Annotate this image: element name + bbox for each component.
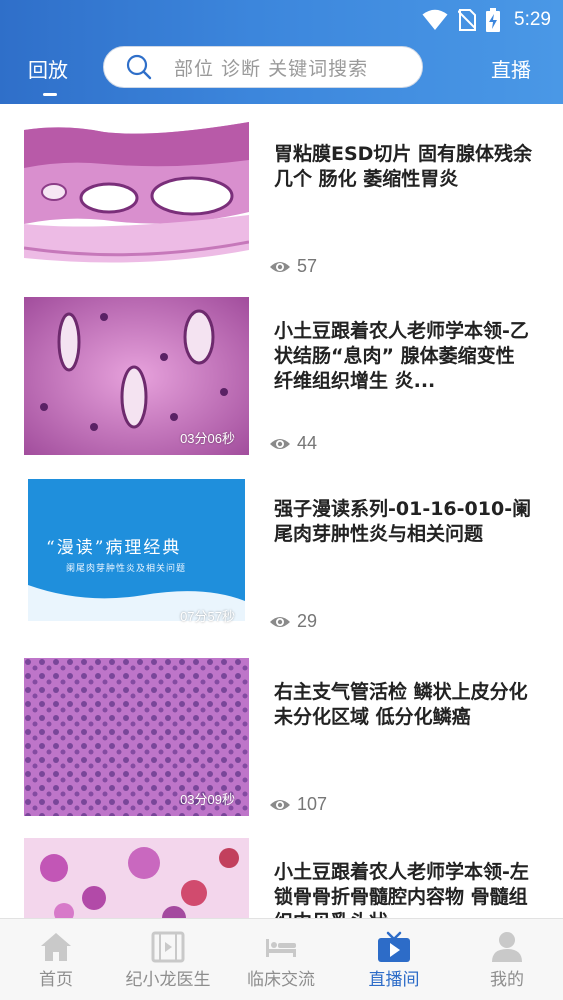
video-title[interactable]: 小土豆跟着农人老师学本领-乙状结肠“息肉” 腺体萎缩变性 纤维组织增生 炎... bbox=[274, 319, 534, 394]
nav-label: 临床交流 bbox=[247, 970, 315, 990]
header: 回放 部位 诊断 关键词搜索 直播 bbox=[0, 40, 563, 104]
status-time: 5:29 bbox=[514, 9, 551, 30]
nav-item-home[interactable]: 首页 bbox=[0, 919, 112, 1000]
eye-icon bbox=[270, 261, 290, 272]
nav-item-clinical[interactable]: 临床交流 bbox=[225, 919, 337, 1000]
tab-live[interactable]: 直播 bbox=[491, 54, 531, 83]
nav-item-doctor[interactable]: 纪小龙医生 bbox=[112, 919, 224, 1000]
nav-label: 首页 bbox=[39, 970, 73, 990]
video-thumbnail[interactable]: 03分06秒 bbox=[24, 297, 249, 455]
video-thumbnail[interactable] bbox=[24, 120, 249, 278]
tv-play-icon bbox=[378, 931, 410, 962]
search-placeholder: 部位 诊断 关键词搜索 bbox=[174, 57, 369, 80]
search-input[interactable]: 部位 诊断 关键词搜索 bbox=[103, 46, 423, 88]
battery-charging-icon bbox=[486, 8, 501, 32]
video-thumbnail[interactable]: 03分09秒 bbox=[24, 658, 249, 816]
video-item[interactable]: “漫读”病理经典 阑尾肉芽肿性炎及相关问题 07分57秒 强子漫读系列-01-1… bbox=[0, 475, 563, 645]
bed-icon bbox=[266, 939, 296, 957]
video-title[interactable]: 右主支气管活检 鳞状上皮分化 未分化区域 低分化鳞癌 bbox=[274, 680, 534, 730]
view-count-value: 29 bbox=[297, 611, 318, 631]
video-title[interactable]: 强子漫读系列-01-16-010-阑尾肉芽肿性炎与相关问题 bbox=[274, 497, 534, 547]
top-bar: 5:29 回放 部位 诊断 关键词搜索 直播 bbox=[0, 0, 563, 104]
eye-icon bbox=[270, 438, 290, 449]
video-item[interactable]: 胃粘膜ESD切片 固有腺体残余几个 肠化 萎缩性胃炎 57 bbox=[0, 120, 563, 290]
nav-label: 纪小龙医生 bbox=[125, 970, 211, 990]
eye-icon bbox=[270, 799, 290, 810]
eye-icon bbox=[270, 616, 290, 627]
video-duration: 07分57秒 bbox=[180, 609, 235, 624]
view-count-value: 44 bbox=[297, 433, 318, 453]
video-title[interactable]: 胃粘膜ESD切片 固有腺体残余几个 肠化 萎缩性胃炎 bbox=[274, 142, 534, 192]
search-icon bbox=[126, 54, 152, 80]
video-list: 胃粘膜ESD切片 固有腺体残余几个 肠化 萎缩性胃炎 57 03分06秒 小土豆… bbox=[0, 104, 563, 918]
thumbnail-heading: “漫读”病理经典 bbox=[46, 538, 182, 558]
thumbnail-subheading: 阑尾肉芽肿性炎及相关问题 bbox=[66, 564, 187, 574]
view-count: 29 bbox=[269, 611, 317, 632]
no-sim-icon bbox=[458, 9, 477, 31]
bottom-nav: 首页 纪小龙医生 临床交流 直播间 我的 bbox=[0, 918, 563, 1000]
nav-label: 直播间 bbox=[368, 970, 420, 990]
wifi-icon bbox=[422, 9, 448, 30]
person-icon bbox=[492, 932, 522, 962]
view-count-value: 57 bbox=[297, 256, 318, 276]
video-thumbnail[interactable]: “漫读”病理经典 阑尾肉芽肿性炎及相关问题 07分57秒 bbox=[24, 475, 249, 633]
home-icon bbox=[41, 933, 71, 961]
status-bar: 5:29 bbox=[0, 0, 563, 40]
view-count: 107 bbox=[269, 794, 327, 815]
view-count-value: 107 bbox=[297, 794, 328, 814]
video-item[interactable]: 03分06秒 小土豆跟着农人老师学本领-乙状结肠“息肉” 腺体萎缩变性 纤维组织… bbox=[0, 297, 563, 467]
view-count: 44 bbox=[269, 433, 317, 454]
view-count: 57 bbox=[269, 256, 317, 277]
video-title[interactable]: 小土豆跟着农人老师学本领-左锁骨骨折骨髓腔内容物 骨髓组织中见乳头状... bbox=[274, 860, 534, 918]
tab-replay[interactable]: 回放 bbox=[28, 54, 68, 83]
nav-item-me[interactable]: 我的 bbox=[451, 919, 563, 1000]
video-item[interactable]: 小土豆跟着农人老师学本领-左锁骨骨折骨髓腔内容物 骨髓组织中见乳头状... bbox=[0, 838, 563, 918]
nav-item-live-room[interactable]: 直播间 bbox=[338, 919, 450, 1000]
video-duration: 03分06秒 bbox=[180, 431, 235, 446]
video-thumbnail[interactable] bbox=[24, 838, 249, 918]
tab-active-indicator bbox=[43, 93, 57, 96]
nav-label: 我的 bbox=[490, 970, 524, 990]
film-icon bbox=[151, 931, 185, 963]
video-duration: 03分09秒 bbox=[180, 792, 235, 807]
video-item[interactable]: 03分09秒 右主支气管活检 鳞状上皮分化 未分化区域 低分化鳞癌 107 bbox=[0, 658, 563, 828]
